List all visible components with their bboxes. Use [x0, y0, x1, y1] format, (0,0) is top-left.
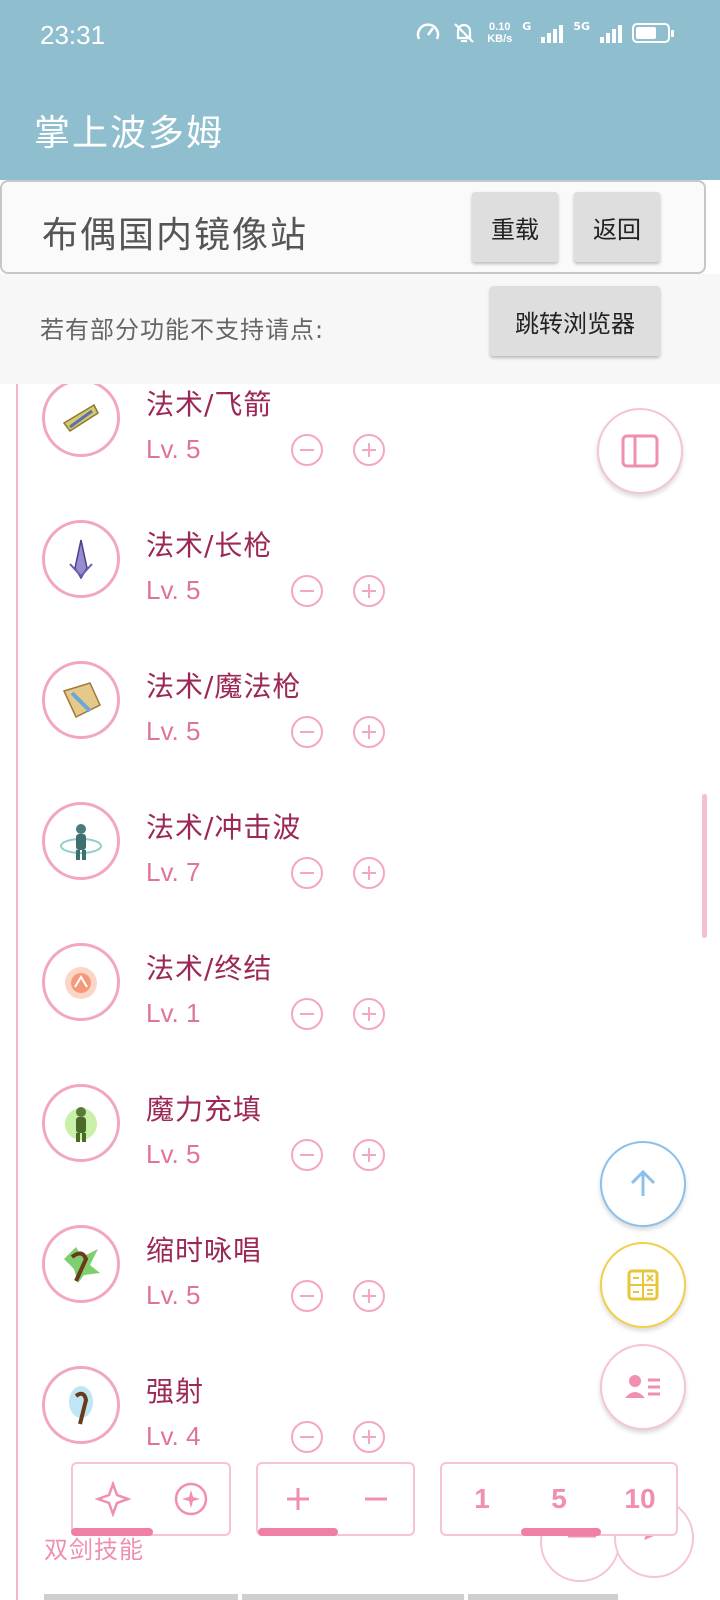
skill-level: Lv. 5 — [146, 434, 201, 464]
battery-icon — [632, 23, 674, 43]
contact-list-icon — [625, 1375, 660, 1398]
increment-indicator — [258, 1528, 338, 1536]
skill-level: Lv. 5 — [146, 1280, 201, 1310]
increase-level-button[interactable] — [353, 1280, 385, 1312]
sparkle-icon — [95, 1481, 131, 1517]
step-option-1[interactable]: 1 — [462, 1464, 502, 1534]
status-bar: 23:31 0.10 KB/s G 5G — [0, 0, 720, 72]
notice-text: 若有部分功能不支持请点: — [40, 316, 325, 344]
skill-row: 法术/魔法枪 Lv. 5 — [0, 641, 720, 782]
skill-name: 缩时咏唱 — [146, 1234, 263, 1267]
skill-name: 法术/长枪 — [146, 529, 273, 562]
spear-spell-icon — [42, 520, 120, 598]
increase-level-button[interactable] — [353, 716, 385, 748]
net-speed: 0.10 KB/s — [487, 21, 512, 45]
decrease-level-button[interactable] — [291, 716, 323, 748]
decrease-level-button[interactable] — [291, 575, 323, 607]
status-time: 23:31 — [40, 20, 106, 50]
increase-level-button[interactable] — [353, 434, 385, 466]
skill-row: 法术/长枪 Lv. 5 — [0, 500, 720, 641]
scrollbar-thumb[interactable] — [702, 794, 707, 938]
increase-level-button[interactable] — [353, 575, 385, 607]
skill-name: 法术/飞箭 — [146, 388, 273, 421]
increase-level-button[interactable] — [353, 1139, 385, 1171]
arrow-up-icon — [630, 1169, 656, 1196]
magic-spear-icon — [42, 661, 120, 739]
step-option-5[interactable]: 5 — [539, 1464, 579, 1534]
notice-area: 若有部分功能不支持请点: 跳转浏览器 — [0, 274, 720, 384]
decrease-level-button[interactable] — [291, 1421, 323, 1453]
step-group: 1 5 10 — [440, 1462, 678, 1536]
calculator-button[interactable] — [600, 1242, 686, 1328]
power-shot-icon — [42, 1366, 120, 1444]
bottom-divider — [44, 1594, 238, 1600]
character-info-button[interactable] — [600, 1344, 686, 1430]
reload-button[interactable]: 重载 — [472, 192, 558, 262]
sparkle-mode-button[interactable] — [91, 1464, 135, 1534]
target-mode-button[interactable] — [169, 1464, 213, 1534]
signal-1-label: G — [522, 20, 532, 33]
bottom-divider — [242, 1594, 464, 1600]
skill-level: Lv. 7 — [146, 857, 201, 887]
skill-row: 法术/终结 Lv. 1 — [0, 923, 720, 1064]
section-label: 双剑技能 — [44, 1536, 144, 1564]
mode-group — [71, 1462, 231, 1536]
speedometer-icon — [416, 23, 440, 40]
skill-level: Lv. 4 — [146, 1421, 201, 1451]
bell-off-icon — [454, 23, 474, 43]
plus-icon — [287, 1488, 309, 1510]
decrease-level-button[interactable] — [291, 1139, 323, 1171]
signal-2-icon — [600, 23, 622, 43]
mirror-bar: 布偶国内镜像站 重载 返回 — [0, 180, 706, 274]
scroll-top-button[interactable] — [600, 1141, 686, 1227]
app-header: 掌上波多姆 — [0, 72, 720, 180]
step-option-10[interactable]: 10 — [612, 1464, 668, 1534]
skill-list[interactable]: 法术/飞箭 Lv. 5 法术/长枪 Lv. 5 法术/魔法枪 Lv. 5 法术/… — [0, 384, 720, 1600]
plus-mode-button[interactable] — [278, 1464, 318, 1534]
increment-group — [256, 1462, 415, 1536]
net-speed-value: 0.10 — [489, 21, 511, 33]
arrow-spell-icon — [42, 384, 120, 457]
skill-row: 法术/冲击波 Lv. 7 — [0, 782, 720, 923]
increase-level-button[interactable] — [353, 857, 385, 889]
skill-level: Lv. 5 — [146, 716, 201, 746]
skill-name: 法术/冲击波 — [146, 811, 302, 844]
skill-name: 法术/魔法枪 — [146, 670, 302, 703]
decrease-level-button[interactable] — [291, 998, 323, 1030]
skill-name: 强射 — [146, 1375, 205, 1408]
mirror-title: 布偶国内镜像站 — [42, 215, 309, 256]
skill-level: Lv. 5 — [146, 575, 201, 605]
signal-2-label: 5G — [573, 20, 590, 33]
decrease-level-button[interactable] — [291, 434, 323, 466]
quick-chant-icon — [42, 1225, 120, 1303]
finale-icon — [42, 943, 120, 1021]
skill-level: Lv. 1 — [146, 998, 201, 1028]
step-indicator — [521, 1528, 601, 1536]
increase-level-button[interactable] — [353, 998, 385, 1030]
minus-icon — [365, 1497, 387, 1501]
open-browser-button[interactable]: 跳转浏览器 — [490, 286, 660, 356]
signal-1-icon — [541, 23, 564, 43]
back-button[interactable]: 返回 — [574, 192, 660, 262]
target-sparkle-icon — [174, 1482, 208, 1516]
mana-charge-icon — [42, 1084, 120, 1162]
app-title: 掌上波多姆 — [34, 113, 225, 154]
skill-level: Lv. 5 — [146, 1139, 201, 1169]
net-speed-unit: KB/s — [487, 33, 513, 45]
minus-mode-button[interactable] — [356, 1464, 396, 1534]
skill-name: 魔力充填 — [146, 1093, 263, 1126]
sidebar-panel-icon — [621, 434, 659, 468]
shockwave-icon — [42, 802, 120, 880]
decrease-level-button[interactable] — [291, 1280, 323, 1312]
status-icons: 0.10 KB/s G 5G — [415, 20, 674, 46]
skill-name: 法术/终结 — [146, 952, 273, 985]
increase-level-button[interactable] — [353, 1421, 385, 1453]
toggle-panel-button[interactable] — [597, 408, 683, 494]
bottom-divider — [468, 1594, 618, 1600]
calculator-icon — [627, 1269, 659, 1301]
decrease-level-button[interactable] — [291, 857, 323, 889]
